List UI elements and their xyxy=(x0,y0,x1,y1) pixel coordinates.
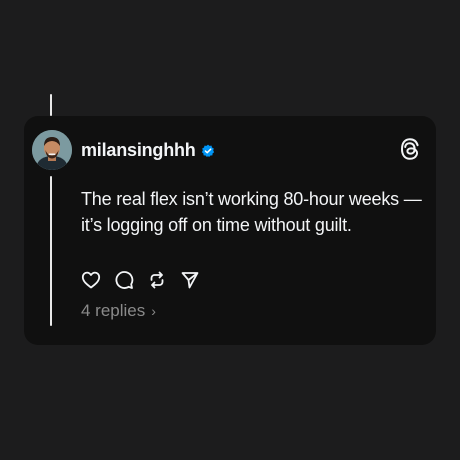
action-bar xyxy=(81,270,213,290)
replies-link[interactable]: 4 replies › xyxy=(81,301,156,321)
comment-icon[interactable] xyxy=(114,270,134,290)
thread-line xyxy=(50,176,52,326)
thread-line-top xyxy=(50,94,52,116)
thread-post-card[interactable]: milansinghhh The real flex isn’t working… xyxy=(24,116,436,345)
username[interactable]: milansinghhh xyxy=(81,140,196,161)
chevron-right-icon: › xyxy=(151,303,156,319)
verified-badge-icon xyxy=(201,144,215,158)
threads-logo-icon[interactable] xyxy=(400,138,420,160)
repost-icon[interactable] xyxy=(147,270,167,290)
post-text: The real flex isn’t working 80-hour week… xyxy=(81,189,422,235)
send-icon[interactable] xyxy=(180,270,200,290)
heart-icon[interactable] xyxy=(81,270,101,290)
replies-count: 4 replies xyxy=(81,301,146,320)
username-row: milansinghhh xyxy=(81,140,215,161)
avatar[interactable] xyxy=(32,130,72,170)
